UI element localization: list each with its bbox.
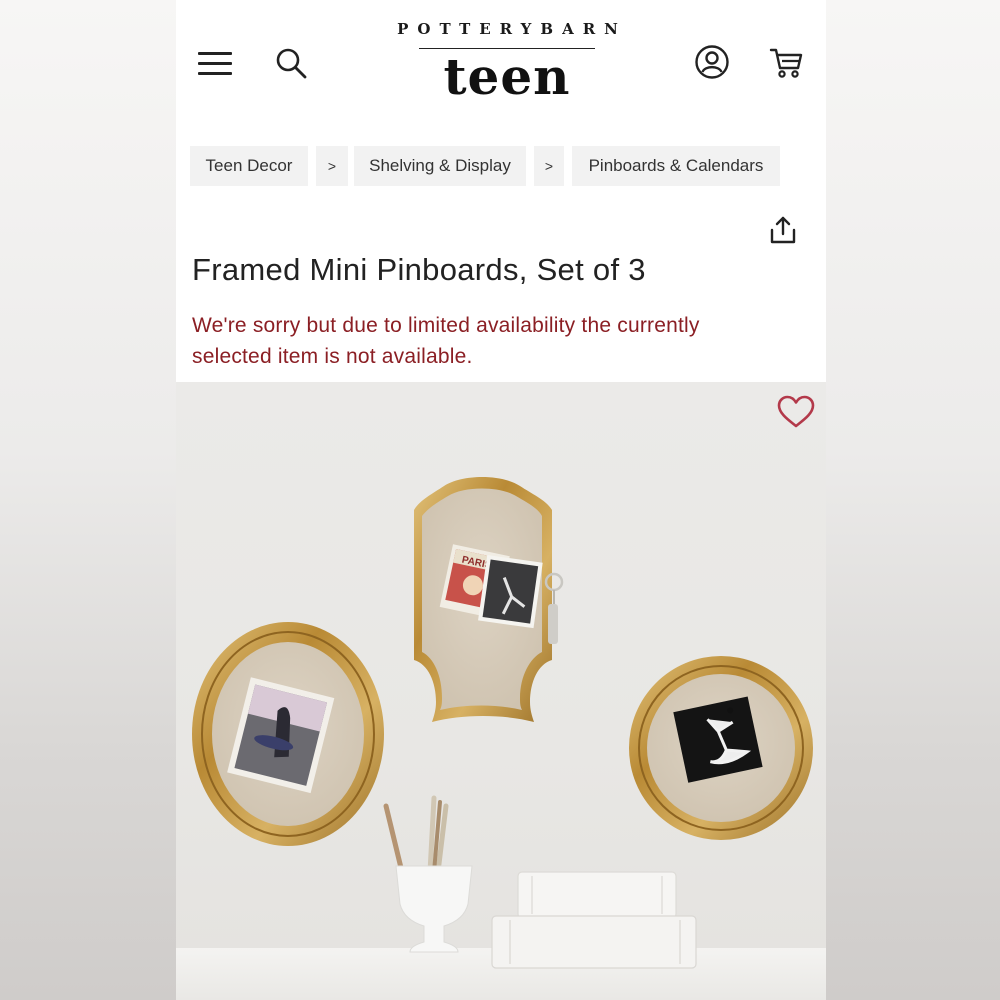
product-title: Framed Mini Pinboards, Set of 3 [192,252,646,287]
breadcrumb-separator: > [316,146,348,186]
heart-icon[interactable] [776,394,816,430]
book-stack [491,871,697,969]
account-icon[interactable] [694,44,730,80]
breadcrumb-item-shelving-display[interactable]: Shelving & Display [354,146,526,186]
site-header: POTTERYBARN teen [176,0,826,130]
arched-pinboard-center: PARIS [414,477,564,722]
breadcrumb-item-teen-decor[interactable]: Teen Decor [190,146,308,186]
cart-icon[interactable] [768,44,804,80]
backdrop-right [826,0,1000,1000]
breadcrumb-item-pinboards-calendars[interactable]: Pinboards & Calendars [572,146,780,186]
share-icon[interactable] [766,214,800,248]
oval-pinboard-left [192,622,384,846]
pencil-cup [383,795,473,953]
product-photo[interactable]: PARIS [176,382,826,1000]
availability-notice: We're sorry but due to limited availabil… [192,314,700,368]
brand-logo[interactable]: POTTERYBARN teen [376,14,638,114]
breadcrumb-separator: > [534,146,564,186]
round-pinboard-right [629,656,813,840]
hamburger-menu-icon[interactable] [198,50,232,78]
product-photo-scene: PARIS [176,477,826,1000]
breadcrumb: Teen Decor > Shelving & Display > Pinboa… [190,146,820,186]
brand-top-line: POTTERYBARN [397,20,627,38]
phone-screen: POTTERYBARN teen Teen Decor > Shelving &… [176,0,826,1000]
brand-main: teen [443,47,571,106]
backdrop-left [0,0,176,1000]
search-icon[interactable] [274,46,308,80]
